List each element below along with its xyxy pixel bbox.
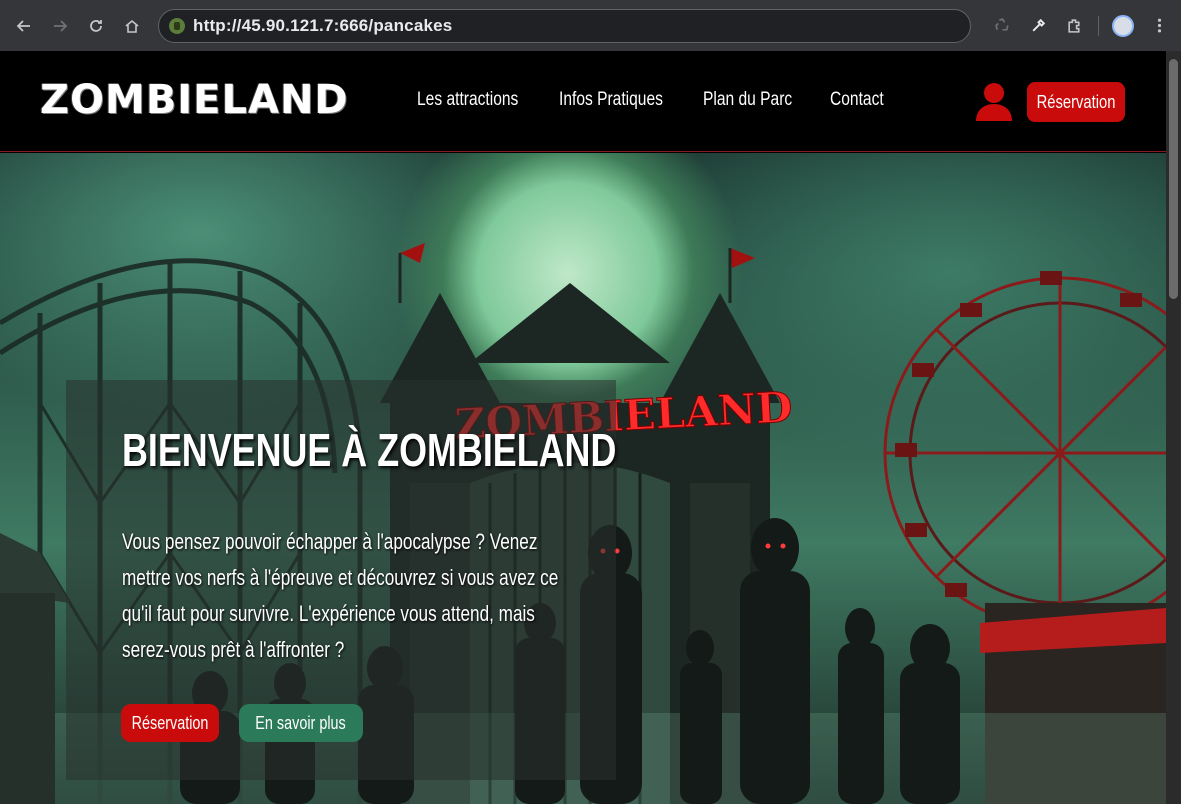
eyedropper-icon[interactable] bbox=[1020, 8, 1056, 44]
profile-avatar-button[interactable] bbox=[1105, 8, 1141, 44]
nav-contact[interactable]: Contact bbox=[830, 89, 884, 111]
hero-description: Vous pensez pouvoir échapper à l'apocaly… bbox=[122, 529, 559, 662]
hero-learn-more-button[interactable]: En savoir plus bbox=[239, 704, 363, 742]
hero-reservation-label: Réservation bbox=[131, 712, 209, 733]
toolbar-divider bbox=[1098, 15, 1099, 36]
recycle-icon[interactable] bbox=[984, 8, 1020, 44]
page-scrollbar[interactable] bbox=[1166, 51, 1181, 804]
menu-kebab-icon[interactable] bbox=[1141, 8, 1177, 44]
hero-reservation-button[interactable]: Réservation bbox=[121, 704, 219, 742]
site-header: ZOMBIELAND Les attractions Infos Pratiqu… bbox=[0, 51, 1166, 152]
back-icon[interactable] bbox=[6, 8, 42, 44]
main-nav: Les attractions Infos Pratiques Plan du … bbox=[417, 89, 884, 111]
reload-icon[interactable] bbox=[78, 8, 114, 44]
url-text[interactable]: http://45.90.121.7:666/pancakes bbox=[193, 16, 452, 36]
address-bar[interactable]: http://45.90.121.7:666/pancakes bbox=[158, 9, 971, 43]
nav-plan-du-parc[interactable]: Plan du Parc bbox=[703, 89, 792, 111]
hero-section: ZOMBIELAND BIENVENUE À ZOMBIELAND Vous p… bbox=[0, 153, 1166, 804]
hero-learn-more-label: En savoir plus bbox=[255, 712, 347, 733]
forward-icon[interactable] bbox=[42, 8, 78, 44]
user-account-icon[interactable] bbox=[973, 81, 1015, 121]
browser-toolbar: http://45.90.121.7:666/pancakes bbox=[0, 0, 1181, 51]
home-icon[interactable] bbox=[114, 8, 150, 44]
nav-attractions[interactable]: Les attractions bbox=[417, 89, 518, 111]
header-reservation-label: Réservation bbox=[1036, 91, 1116, 112]
page-viewport: ZOMBIELAND Les attractions Infos Pratiqu… bbox=[0, 51, 1166, 804]
header-reservation-button[interactable]: Réservation bbox=[1027, 82, 1125, 122]
extensions-icon[interactable] bbox=[1056, 8, 1092, 44]
profile-avatar-icon bbox=[1112, 14, 1134, 37]
site-logo[interactable]: ZOMBIELAND bbox=[40, 77, 349, 123]
site-favicon-icon bbox=[169, 18, 185, 34]
hero-title: BIENVENUE À ZOMBIELAND bbox=[122, 424, 617, 476]
nav-infos-pratiques[interactable]: Infos Pratiques bbox=[559, 89, 663, 111]
scrollbar-thumb[interactable] bbox=[1169, 59, 1178, 299]
